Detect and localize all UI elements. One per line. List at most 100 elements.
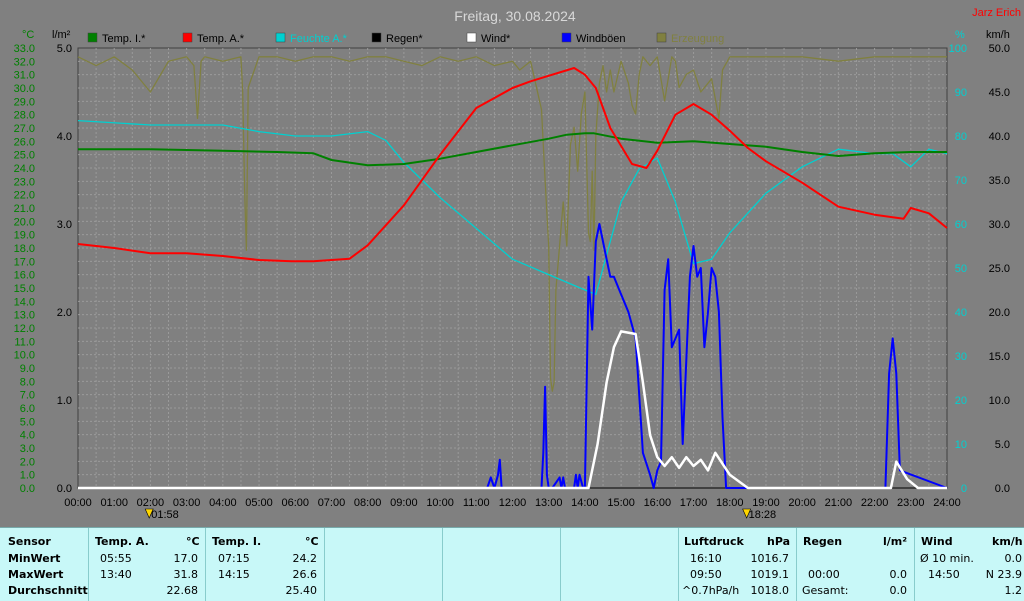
y-tick-rain: 2.0 (57, 307, 72, 319)
legend-swatch (87, 32, 98, 43)
sensor-header: Sensor (8, 535, 51, 548)
y-tick-wind: 40.0 (989, 131, 1010, 143)
table-divider (324, 528, 325, 601)
temp-i-header: Temp. I. (212, 535, 262, 548)
pressure-min-time: 16:10 (690, 552, 722, 565)
wind-unit: km/h (992, 535, 1023, 548)
legend-swatch (182, 32, 193, 43)
legend-label: Regen* (386, 33, 423, 45)
x-tick: 06:00 (281, 497, 309, 509)
chart-title: Freitag, 30.08.2024 (454, 8, 576, 24)
pressure-header: Luftdruck (684, 535, 744, 548)
x-tick: 20:00 (788, 497, 816, 509)
wind-avg10-label: Ø 10 min. (920, 552, 974, 565)
weather-chart: Freitag, 30.08.2024 Jarz Erich °C l/m² %… (0, 0, 1024, 527)
wind-avg-value: 1.2 (1004, 584, 1023, 597)
y-tick-temp: 24.0 (14, 163, 35, 175)
wind-avg10-value: 0.0 (1004, 552, 1023, 565)
rain-total-value: 0.0 (889, 584, 908, 597)
wind-max-value: N 23.9 (985, 568, 1022, 581)
legend-swatch (371, 32, 382, 43)
x-tick: 01:00 (100, 497, 128, 509)
y-tick-temp: 3.0 (20, 443, 35, 455)
table-divider (560, 528, 561, 601)
legend-swatch (561, 32, 572, 43)
y-tick-hum: 80 (955, 131, 967, 143)
legend-label: Windböen (576, 33, 626, 45)
stats-table: Sensor MinWert MaxWert Durchschnitt Temp… (0, 527, 1024, 601)
x-tick: 10:00 (426, 497, 454, 509)
x-tick: 21:00 (825, 497, 853, 509)
table-divider (205, 528, 206, 601)
y-tick-hum: 50 (955, 263, 967, 275)
x-tick: 07:00 (318, 497, 346, 509)
y-tick-temp: 1.0 (20, 470, 35, 482)
y-tick-temp: 4.0 (20, 430, 35, 442)
y-tick-temp: 25.0 (14, 150, 35, 162)
y-tick-temp: 30.0 (14, 83, 35, 95)
y-tick-wind: 30.0 (989, 219, 1010, 231)
y-tick-temp: 21.0 (14, 203, 35, 215)
x-tick: 13:00 (535, 497, 563, 509)
temp-a-max-value: 31.8 (173, 568, 199, 581)
y-tick-hum: 90 (955, 87, 967, 99)
y-tick-temp: 19.0 (14, 230, 35, 242)
legend-label: Erzeugung (671, 33, 724, 45)
pressure-max-time: 09:50 (690, 568, 722, 581)
y-tick-temp: 8.0 (20, 376, 35, 388)
rain-max-time: 00:00 (808, 568, 840, 581)
legend-label: Temp. A.* (197, 33, 245, 45)
y-tick-temp: 7.0 (20, 390, 35, 402)
grid (77, 47, 948, 489)
y-tick-temp: 33.0 (14, 43, 35, 55)
temp-i-max-value: 26.6 (292, 568, 318, 581)
pressure-max-value: 1019.1 (750, 568, 790, 581)
table-divider (678, 528, 679, 601)
x-tick: 23:00 (897, 497, 925, 509)
y-tick-temp: 15.0 (14, 283, 35, 295)
temp-i-unit: °C (305, 535, 319, 548)
y-tick-rain: 3.0 (57, 219, 72, 231)
y-tick-hum: 40 (955, 307, 967, 319)
table-divider (442, 528, 443, 601)
wind-max-time: 14:50 (928, 568, 960, 581)
y-tick-temp: 12.0 (14, 323, 35, 335)
y-tick-temp: 18.0 (14, 243, 35, 255)
row-avg-label: Durchschnitt (8, 584, 88, 597)
y-tick-temp: 9.0 (20, 363, 35, 375)
y-tick-wind: 45.0 (989, 87, 1010, 99)
y-tick-hum: 30 (955, 351, 967, 363)
x-tick: 03:00 (173, 497, 201, 509)
axis-unit-hum: % (955, 29, 965, 41)
temp-a-min-time: 05:55 (100, 552, 132, 565)
row-max-label: MaxWert (8, 568, 64, 581)
table-divider (796, 528, 797, 601)
temp-a-header: Temp. A. (95, 535, 149, 548)
x-tick: 04:00 (209, 497, 237, 509)
x-tick: 11:00 (463, 497, 490, 509)
temp-i-min-value: 24.2 (292, 552, 318, 565)
sunset-time: 18:28 (749, 509, 777, 521)
temp-i-max-time: 14:15 (218, 568, 250, 581)
x-tick: 14:00 (571, 497, 599, 509)
pressure-trend: ^0.7hPa/h (682, 584, 740, 597)
y-tick-rain: 5.0 (57, 43, 72, 55)
y-tick-temp: 26.0 (14, 136, 35, 148)
temp-a-avg-value: 22.68 (166, 584, 199, 597)
y-tick-wind: 50.0 (989, 43, 1010, 55)
x-tick: 02:00 (137, 497, 165, 509)
y-tick-rain: 0.0 (57, 483, 72, 495)
legend-label: Temp. I.* (102, 33, 146, 45)
y-tick-temp: 20.0 (14, 216, 35, 228)
y-tick-temp: 22.0 (14, 190, 35, 202)
y-tick-wind: 20.0 (989, 307, 1010, 319)
y-tick-wind: 10.0 (989, 395, 1010, 407)
temp-a-max-time: 13:40 (100, 568, 132, 581)
x-tick: 12:00 (499, 497, 527, 509)
y-tick-hum: 60 (955, 219, 967, 231)
y-tick-temp: 32.0 (14, 56, 35, 68)
legend-label: Feuchte A.* (290, 33, 348, 45)
temp-a-min-value: 17.0 (173, 552, 199, 565)
axis-unit-wind: km/h (986, 29, 1010, 41)
y-tick-hum: 20 (955, 395, 967, 407)
